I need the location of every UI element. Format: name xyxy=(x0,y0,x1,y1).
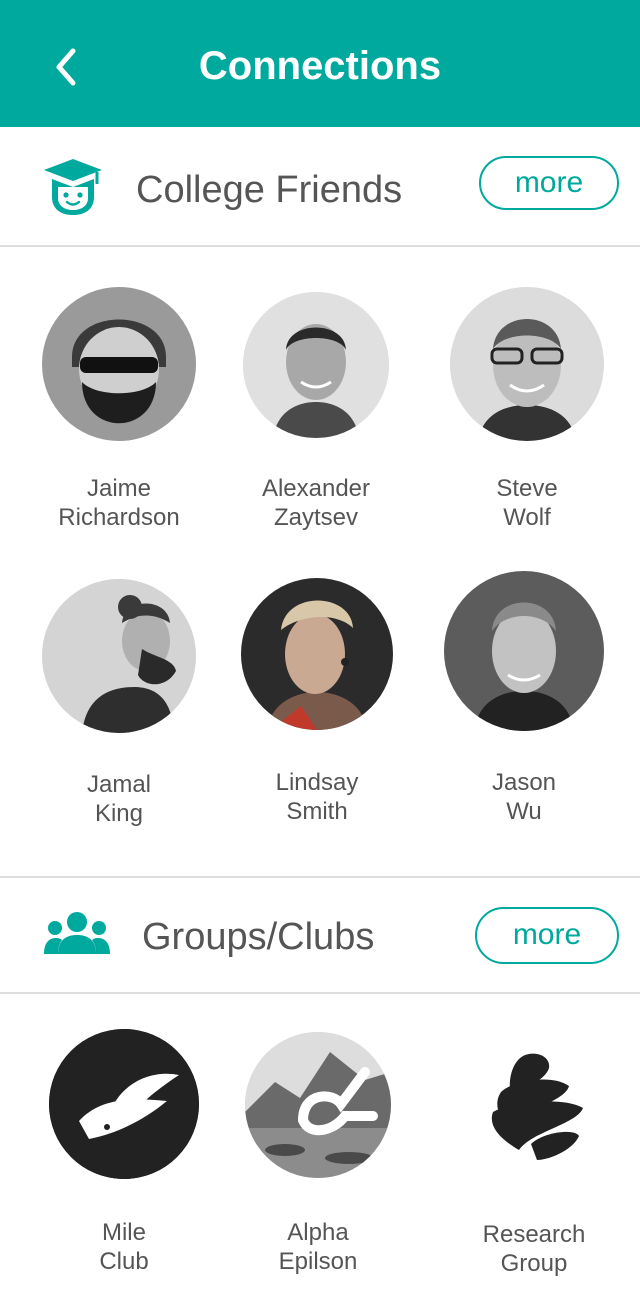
person-last-name: Richardson xyxy=(58,504,180,531)
college-friends-more-button[interactable]: more xyxy=(479,156,619,210)
person-first-name: Steve xyxy=(496,475,558,502)
person-card[interactable]: Lindsay Smith xyxy=(217,578,417,826)
person-card[interactable]: Alexander Zaytsev xyxy=(216,292,416,532)
avatar xyxy=(444,571,604,731)
college-friends-title: College Friends xyxy=(136,169,403,211)
groups-clubs-title: Groups/Clubs xyxy=(142,916,375,958)
group-icon xyxy=(44,912,110,954)
groups-clubs-more-button[interactable]: more xyxy=(475,907,619,964)
divider xyxy=(0,245,640,247)
groups-clubs-header: Groups/Clubs more xyxy=(0,878,640,996)
person-card[interactable]: Steve Wolf xyxy=(427,287,627,532)
avatar xyxy=(243,292,389,438)
group-card[interactable]: Research Group xyxy=(434,1052,634,1278)
avatar xyxy=(42,579,196,733)
divider xyxy=(0,992,640,994)
person-last-name: Wu xyxy=(506,798,542,825)
group-logo xyxy=(479,1052,589,1162)
group-name-line2: Epilson xyxy=(278,1248,358,1275)
person-card[interactable]: Jaime Richardson xyxy=(19,287,219,532)
bird-icon xyxy=(49,1029,199,1179)
graduate-icon xyxy=(44,159,102,215)
group-name-line1: Mile xyxy=(101,1219,146,1246)
group-name-line1: Research xyxy=(482,1221,586,1248)
person-last-name: Smith xyxy=(286,798,348,825)
page-title: Connections xyxy=(198,44,442,88)
avatar xyxy=(450,287,604,441)
avatar xyxy=(42,287,196,441)
person-card[interactable]: Jason Wu xyxy=(424,571,624,826)
person-first-name: Alexander xyxy=(261,475,371,502)
group-name-line1: Alpha xyxy=(287,1219,349,1246)
person-first-name: Lindsay xyxy=(275,769,359,796)
group-card[interactable]: Alpha Epilson xyxy=(218,1032,418,1276)
person-last-name: Zaytsev xyxy=(273,504,359,531)
landscape-logo-icon xyxy=(245,1032,391,1178)
app-header: Connections xyxy=(0,0,640,127)
college-friends-header: College Friends more xyxy=(0,127,640,245)
person-last-name: King xyxy=(94,800,144,827)
avatar xyxy=(241,578,393,730)
person-first-name: Jamal xyxy=(86,771,152,798)
group-card[interactable]: Mile Club xyxy=(24,1029,224,1276)
group-logo xyxy=(49,1029,199,1179)
person-first-name: Jason xyxy=(491,769,557,796)
waves-logo-icon xyxy=(491,1053,583,1160)
group-name-line2: Group xyxy=(500,1250,568,1277)
person-first-name: Jaime xyxy=(86,475,152,502)
group-name-line2: Club xyxy=(99,1248,149,1275)
person-card[interactable]: Jamal King xyxy=(19,579,219,828)
person-last-name: Wolf xyxy=(503,504,551,531)
group-logo xyxy=(245,1032,391,1178)
